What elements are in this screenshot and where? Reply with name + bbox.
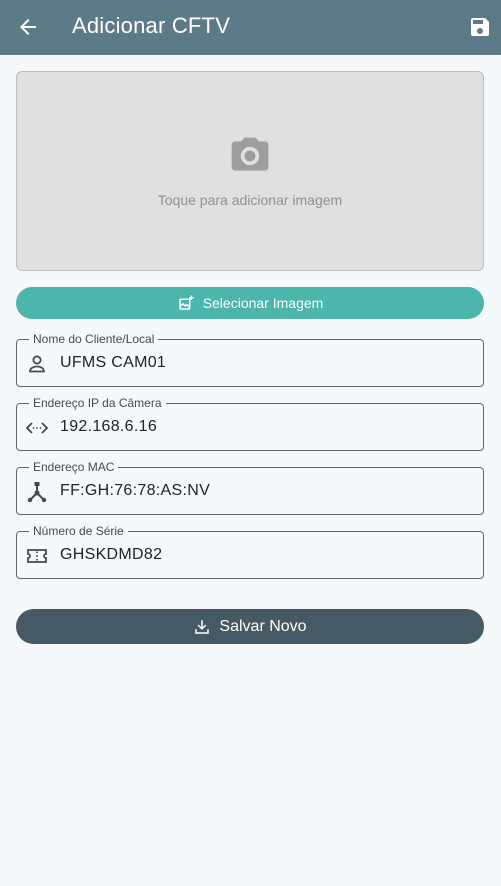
ip-address-field[interactable]: Endereço IP da Câmera 192.168.6.16 [16, 396, 484, 451]
camera-icon [231, 137, 269, 171]
serial-number-field[interactable]: Número de Série GHSKDMD82 [16, 524, 484, 579]
mac-address-field[interactable]: Endereço MAC FF:GH:76:78:AS:NV [16, 460, 484, 515]
select-image-button[interactable]: Selecionar Imagem [16, 287, 484, 319]
floppy-disk-icon[interactable] [468, 15, 492, 39]
device-hub-icon [27, 482, 47, 503]
download-icon [195, 619, 210, 634]
settings-ethernet-icon [25, 422, 49, 434]
arrow-left-icon[interactable] [16, 15, 40, 39]
ip-address-label: Endereço IP da Câmera [29, 396, 166, 410]
save-new-button[interactable]: Salvar Novo [16, 609, 484, 644]
client-name-label: Nome do Cliente/Local [29, 332, 159, 346]
client-name-value: UFMS CAM01 [60, 354, 167, 371]
page-title: Adicionar CFTV [72, 13, 231, 38]
serial-number-value: GHSKDMD82 [60, 546, 163, 563]
ip-address-value: 192.168.6.16 [60, 418, 158, 435]
mac-address-label: Endereço MAC [29, 460, 119, 474]
add-photo-icon [178, 295, 194, 310]
serial-number-label: Número de Série [29, 524, 128, 538]
image-picker-area[interactable]: Toque para adicionar imagem [16, 71, 484, 271]
app-bar: Adicionar CFTV [0, 0, 501, 55]
save-new-label: Salvar Novo [219, 617, 307, 635]
client-name-field[interactable]: Nome do Cliente/Local UFMS CAM01 [16, 332, 484, 387]
person-icon [29, 355, 45, 373]
ticket-icon [27, 549, 47, 563]
mac-address-value: FF:GH:76:78:AS:NV [60, 482, 211, 499]
image-picker-hint: Toque para adicionar imagem [157, 192, 343, 208]
select-image-label: Selecionar Imagem [202, 295, 324, 311]
